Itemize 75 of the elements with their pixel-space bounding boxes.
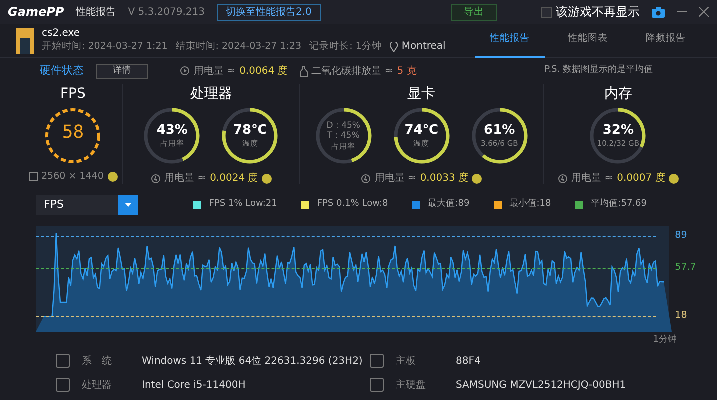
info-value: 88F4 (456, 354, 481, 368)
power-label: 用电量 ≈ (164, 172, 206, 186)
details-button[interactable]: 详情 (96, 64, 148, 78)
close-icon[interactable] (699, 7, 709, 17)
power-value: 0.0064 度 (240, 64, 288, 78)
section-heading: FPS (60, 85, 86, 104)
info-icon (56, 378, 70, 392)
section-title: 硬件状态 (40, 62, 84, 79)
gauge-value: 32% (602, 123, 634, 140)
duration-text: 记录时长: 1分钟 (310, 40, 382, 53)
power-value: 0.0033 度 (420, 172, 468, 186)
power-label: 用电量 ≈ (374, 172, 416, 186)
location-text: Montreal (402, 40, 446, 53)
reference-value: 57.7 (675, 263, 696, 272)
game-name: cs2.exe (42, 28, 81, 40)
info-label: 系 统 (82, 354, 113, 368)
co2-label: 二氧化碳排放量 ≈ (312, 64, 394, 78)
legend-label: FPS 1% Low:21 (209, 198, 278, 212)
info-icon (370, 378, 384, 392)
window-title: 性能报告 (76, 6, 116, 20)
info-icon (56, 354, 70, 368)
caret-icon[interactable] (118, 195, 138, 215)
legend-label: 平均值:57.69 (591, 198, 647, 212)
location-pin-icon (390, 42, 398, 52)
start-time: 开始时间: 2024-03-27 1:21 (42, 40, 168, 53)
legend-label: FPS 0.1% Low:8 (317, 198, 388, 212)
section-heading: 内存 (604, 85, 632, 104)
info-value: Windows 11 专业版 64位 22631.3296 (23H2) (142, 354, 364, 368)
power-value: 0.0007 度 (617, 172, 666, 186)
power-value: 0.0024 度 (210, 172, 258, 186)
export-button[interactable]: 导出 (451, 4, 497, 20)
gauge-value: 74℃ (404, 123, 439, 140)
info-icon (370, 354, 384, 368)
fps-value: 58 (62, 122, 84, 145)
power-icon (558, 174, 568, 184)
legend-label: 最大值:89 (428, 198, 470, 212)
axis-label: 1分钟 (653, 334, 677, 348)
info-label: 主板 (396, 354, 417, 368)
info-value: SAMSUNG MZVL2512HCJQ-00BH1 (456, 378, 626, 392)
power-icon (150, 174, 160, 184)
tab[interactable]: 性能图表 (553, 24, 623, 58)
resolution-text: 2560 × 1440 (42, 170, 104, 184)
dont-show-label: 该游戏不再显示 (556, 4, 640, 21)
minimize-icon[interactable] (677, 11, 687, 13)
reference-value: 89 (675, 231, 688, 240)
power-icon (180, 66, 190, 76)
info-label: 处理器 (82, 378, 113, 392)
checkbox[interactable] (541, 6, 552, 18)
co2-value: 5 克 (397, 64, 417, 78)
game-icon (16, 28, 34, 54)
reference-value: 18 (675, 311, 688, 320)
camera-icon[interactable] (652, 6, 665, 18)
power-label: 用电量 ≈ (194, 64, 236, 78)
tab[interactable]: 性能报告 (475, 24, 545, 58)
gauge-value: 61% (484, 123, 516, 140)
info-value: Intel Core i5-11400H (142, 378, 247, 392)
monitor-icon (28, 172, 38, 182)
version-text: V 5.3.2079.213 (128, 6, 206, 20)
power-label: 用电量 ≈ (572, 172, 614, 186)
gauge-value: 78℃ (233, 123, 268, 140)
section-heading: 处理器 (190, 85, 232, 104)
info-label: 主硬盘 (396, 378, 427, 392)
load-text: D : 45% (326, 120, 360, 132)
gauge-value: 43% (156, 123, 188, 140)
section-heading: 显卡 (408, 85, 436, 104)
switch-report-button[interactable]: 切换至性能报告2.0 (217, 4, 321, 20)
app-logo: GamePP (8, 4, 64, 21)
metric-dropdown[interactable]: FPS (36, 195, 138, 215)
tab[interactable]: 降频报告 (631, 24, 701, 58)
bottle-icon (300, 66, 308, 76)
legend-label: 最小值:18 (510, 198, 552, 212)
load-text: T : 45% (327, 131, 360, 142)
note-text: P.S. 数据图显示的是平均值 (544, 64, 653, 78)
end-time: 结束时间: 2024-03-27 1:23 (176, 40, 302, 53)
power-icon (360, 174, 371, 184)
